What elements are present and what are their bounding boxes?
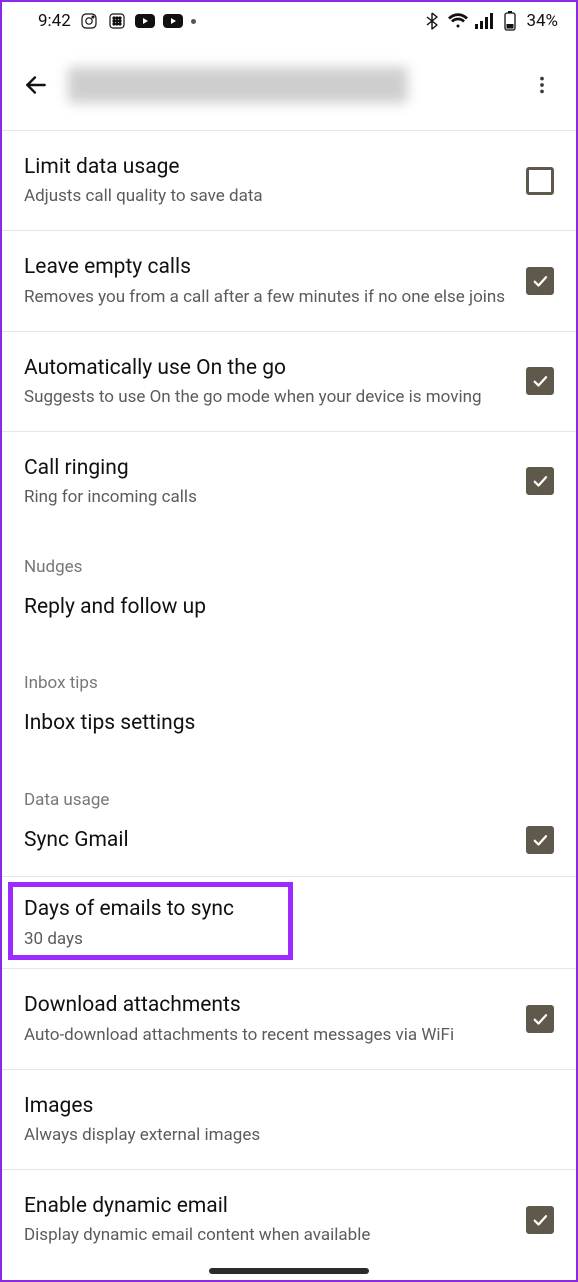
app-bar [2,40,576,130]
grid-icon [107,11,127,31]
row-download-attachments[interactable]: Download attachments Auto-download attac… [2,969,576,1069]
row-title: Reply and follow up [24,593,538,621]
youtube-icon-2 [163,11,183,31]
back-button[interactable] [12,61,60,109]
row-title: Enable dynamic email [24,1192,510,1220]
row-subtitle: Removes you from a call after a few minu… [24,286,510,309]
more-notifications-dot [191,19,196,24]
row-subtitle: Auto-download attachments to recent mess… [24,1024,510,1047]
row-days-of-emails-to-sync[interactable]: Days of emails to sync 30 days [2,877,576,969]
row-enable-dynamic-email[interactable]: Enable dynamic email Display dynamic ema… [2,1170,576,1269]
section-inbox-tips: Inbox tips [2,647,576,693]
checkbox-checked[interactable] [526,467,554,495]
section-nudges: Nudges [2,531,576,577]
checkbox-unchecked[interactable] [526,167,554,195]
section-data-usage: Data usage [2,764,576,810]
row-title: Call ringing [24,454,510,482]
row-title: Sync Gmail [24,826,510,854]
row-title: Download attachments [24,991,510,1019]
status-time: 9:42 [38,11,71,31]
overflow-menu-button[interactable] [518,61,566,109]
wifi-icon [448,11,468,31]
row-title: Images [24,1092,538,1120]
row-subtitle: 30 days [24,928,538,951]
row-subtitle: Always display external images [24,1124,538,1147]
bluetooth-icon [422,11,442,31]
signal-icon [474,11,494,31]
checkbox-checked[interactable] [526,1005,554,1033]
row-subtitle: Suggests to use On the go mode when your… [24,386,510,409]
row-title: Leave empty calls [24,253,510,281]
checkbox-checked[interactable] [526,267,554,295]
row-limit-data-usage[interactable]: Limit data usage Adjusts call quality to… [2,131,576,231]
youtube-icon [135,11,155,31]
instagram-icon [79,11,99,31]
row-images[interactable]: Images Always display external images [2,1070,576,1170]
row-call-ringing[interactable]: Call ringing Ring for incoming calls [2,432,576,531]
row-subtitle: Adjusts call quality to save data [24,185,510,208]
row-subtitle: Ring for incoming calls [24,486,510,509]
checkbox-checked[interactable] [526,826,554,854]
row-reply-follow-up[interactable]: Reply and follow up [2,577,576,647]
row-auto-on-the-go[interactable]: Automatically use On the go Suggests to … [2,332,576,432]
row-subtitle: Display dynamic email content when avail… [24,1224,510,1247]
checkbox-checked[interactable] [526,1206,554,1234]
checkbox-checked[interactable] [526,367,554,395]
settings-list: Limit data usage Adjusts call quality to… [2,130,576,1269]
home-indicator [209,1268,369,1274]
account-email [60,67,518,103]
row-sync-gmail[interactable]: Sync Gmail [2,810,576,877]
row-title: Automatically use On the go [24,354,510,382]
battery-icon [500,11,520,31]
row-title: Limit data usage [24,153,510,181]
row-title: Days of emails to sync [24,895,538,923]
row-leave-empty-calls[interactable]: Leave empty calls Removes you from a cal… [2,231,576,331]
status-bar: 9:42 [2,2,576,40]
battery-text: 34% [526,11,558,31]
row-inbox-tips-settings[interactable]: Inbox tips settings [2,693,576,763]
row-title: Inbox tips settings [24,709,538,737]
